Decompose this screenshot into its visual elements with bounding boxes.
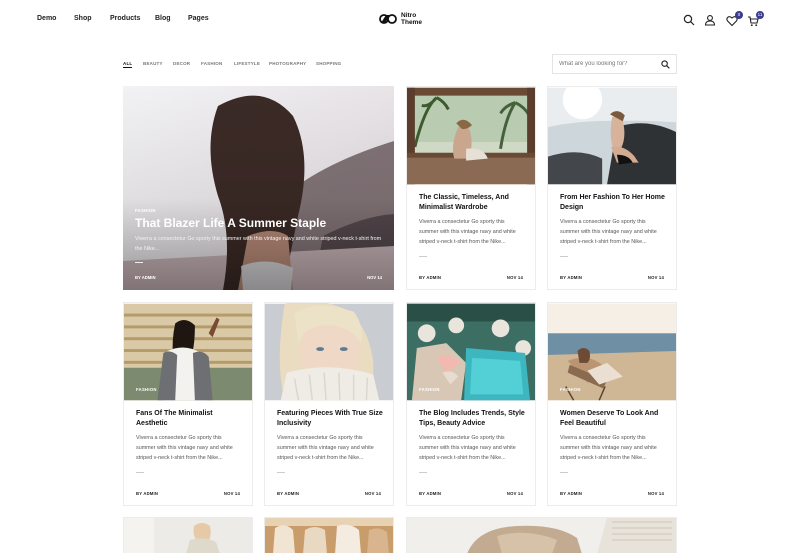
post-author[interactable]: BY ADMIN [419, 491, 441, 496]
post-card[interactable]: The Classic, Timeless, And Minimalist Wa… [406, 86, 536, 290]
post-card-partial[interactable] [123, 517, 253, 553]
post-category[interactable]: FASHION [419, 387, 440, 392]
filter-shopping[interactable]: SHOPPING [316, 61, 341, 66]
nav-demo[interactable]: Demo [37, 15, 56, 22]
nav-blog[interactable]: Blog [155, 15, 171, 22]
post-author[interactable]: BY ADMIN [560, 491, 582, 496]
post-card-partial[interactable] [264, 517, 394, 553]
nav-products[interactable]: Products [110, 15, 140, 22]
filter-beauty[interactable]: BEAUTY [143, 61, 163, 66]
post-title[interactable]: Featuring Pieces With True Size Inclusiv… [277, 409, 383, 429]
blog-search [552, 54, 677, 74]
featured-category[interactable]: FASHION [135, 208, 156, 213]
post-date: NOV 14 [647, 491, 664, 496]
header-icons: 0 11 [683, 11, 764, 28]
post-image [407, 518, 676, 553]
featured-date: NOV 14 [367, 275, 382, 280]
filter-photography[interactable]: PHOTOGRAPHY [269, 61, 306, 66]
post-separator [419, 472, 427, 473]
post-card[interactable]: Featuring Pieces With True Size Inclusiv… [264, 302, 394, 506]
site-header: Demo Shop Products Blog Pages Nitro Them… [0, 0, 800, 42]
post-date: NOV 14 [364, 491, 381, 496]
nav-shop[interactable]: Shop [74, 15, 92, 22]
logo-mark-icon [379, 14, 397, 24]
post-author[interactable]: BY ADMIN [277, 491, 299, 496]
search-submit-icon[interactable] [661, 60, 670, 69]
featured-title[interactable]: That Blazer Life A Summer Staple [135, 216, 326, 230]
post-excerpt: Viverra a consectetur Go sporty this sum… [277, 435, 374, 461]
wishlist-button[interactable]: 0 [726, 11, 743, 27]
featured-separator [135, 262, 143, 263]
post-author[interactable]: BY ADMIN [560, 275, 582, 280]
post-author[interactable]: BY ADMIN [136, 491, 158, 496]
post-image [407, 87, 535, 185]
post-image [124, 518, 252, 553]
nav-pages[interactable]: Pages [188, 15, 209, 22]
post-title[interactable]: Women Deserve To Look And Feel Beautiful [560, 409, 666, 429]
post-card[interactable]: From Her Fashion To Her Home Design Vive… [547, 86, 677, 290]
post-title[interactable]: The Blog Includes Trends, Style Tips, Be… [419, 409, 525, 429]
wishlist-count-badge: 0 [735, 11, 743, 19]
featured-image [123, 86, 394, 290]
post-image [265, 518, 393, 553]
account-icon[interactable] [704, 14, 716, 26]
post-card[interactable]: FASHION Women Deserve To Look And Feel B… [547, 302, 677, 506]
post-category[interactable]: FASHION [560, 387, 581, 392]
post-separator [560, 256, 568, 257]
post-author[interactable]: BY ADMIN [419, 275, 441, 280]
post-card-partial[interactable] [406, 517, 677, 553]
filter-all[interactable]: ALL [123, 61, 133, 68]
post-excerpt: Viverra a consectetur Go sporty this sum… [419, 219, 516, 245]
site-logo[interactable]: Nitro Theme [379, 12, 422, 26]
post-title[interactable]: Fans Of The Minimalist Aesthetic [136, 409, 242, 429]
post-title[interactable]: The Classic, Timeless, And Minimalist Wa… [419, 193, 525, 213]
filter-lifestyle[interactable]: LIFESTYLE [234, 61, 260, 66]
post-excerpt: Viverra a consectetur Go sporty this sum… [136, 435, 233, 461]
post-separator [560, 472, 568, 473]
post-excerpt: Viverra a consectetur Go sporty this sum… [419, 435, 516, 461]
post-date: NOV 14 [223, 491, 240, 496]
post-excerpt: Viverra a consectetur Go sporty this sum… [560, 219, 657, 245]
post-date: NOV 14 [506, 491, 523, 496]
post-separator [136, 472, 144, 473]
featured-author[interactable]: BY ADMIN [135, 275, 155, 280]
post-date: NOV 14 [506, 275, 523, 280]
filter-fashion[interactable]: FASHION [201, 61, 222, 66]
featured-excerpt: Viverra a consectetur Go sporty this sum… [135, 236, 382, 252]
post-card[interactable]: FASHION Fans Of The Minimalist Aesthetic… [123, 302, 253, 506]
post-separator [277, 472, 285, 473]
post-separator [419, 256, 427, 257]
logo-line-1: Nitro [401, 12, 417, 19]
cart-button[interactable]: 11 [747, 11, 764, 27]
post-image [265, 303, 393, 401]
logo-line-2: Theme [401, 19, 422, 26]
post-excerpt: Viverra a consectetur Go sporty this sum… [560, 435, 657, 461]
cart-count-badge: 11 [756, 11, 764, 19]
featured-post[interactable]: FASHION That Blazer Life A Summer Staple… [123, 86, 394, 290]
search-input[interactable] [559, 58, 659, 70]
post-category[interactable]: FASHION [136, 387, 157, 392]
post-image [548, 87, 676, 185]
post-title[interactable]: From Her Fashion To Her Home Design [560, 193, 666, 213]
filter-decor[interactable]: DECOR [173, 61, 190, 66]
search-icon[interactable] [683, 14, 695, 26]
post-date: NOV 14 [647, 275, 664, 280]
post-card[interactable]: FASHION The Blog Includes Trends, Style … [406, 302, 536, 506]
